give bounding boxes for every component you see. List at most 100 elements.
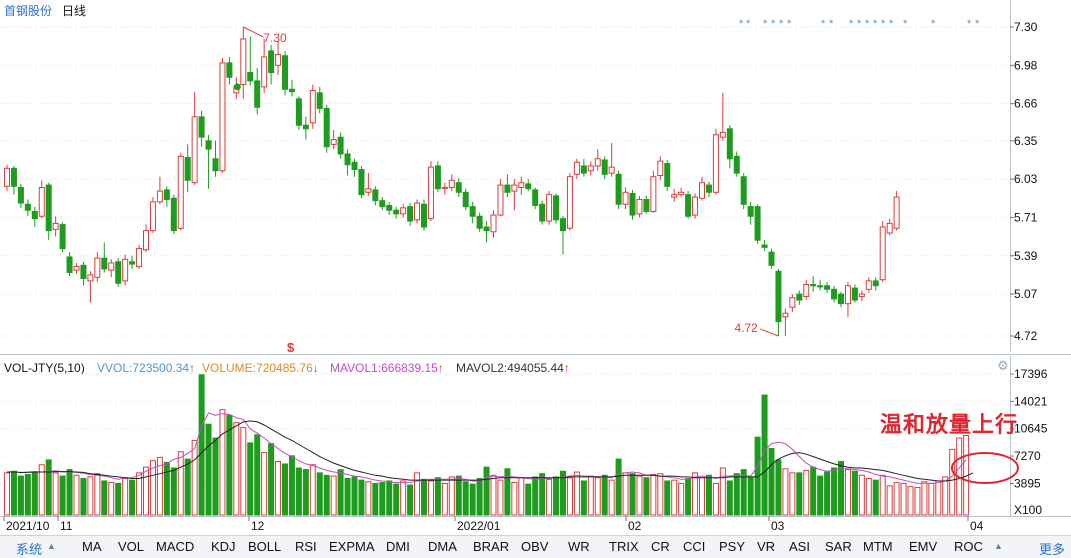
candle[interactable] [566, 173, 573, 231]
volume-bar[interactable] [372, 482, 379, 516]
volume-bar[interactable] [928, 482, 935, 516]
volume-bar[interactable] [17, 475, 24, 516]
indicator-tab-dma[interactable]: DMA [428, 539, 457, 554]
candle[interactable] [156, 176, 163, 205]
volume-bar[interactable] [170, 467, 177, 516]
volume-bar[interactable] [66, 469, 73, 516]
candle[interactable] [893, 191, 900, 231]
volume-bar[interactable] [810, 466, 817, 516]
volume-bar[interactable] [414, 472, 421, 516]
candle[interactable] [476, 212, 483, 232]
candle[interactable] [546, 191, 553, 225]
candle[interactable] [309, 84, 316, 129]
candle[interactable] [330, 130, 337, 150]
candle[interactable] [851, 284, 858, 303]
volume-bar[interactable] [483, 466, 490, 516]
volume-bar[interactable] [580, 480, 587, 516]
candle[interactable] [636, 195, 643, 218]
volume-bar[interactable] [497, 479, 504, 516]
candle[interactable] [671, 188, 678, 202]
candle[interactable] [838, 291, 844, 308]
candle[interactable] [393, 206, 400, 219]
candle[interactable] [136, 244, 143, 269]
volume-bar[interactable] [942, 476, 949, 516]
indicator-tab-dmi[interactable]: DMI [386, 539, 410, 554]
volume-bar[interactable] [511, 482, 518, 516]
candle[interactable] [386, 201, 393, 216]
candle[interactable] [747, 201, 754, 225]
candle[interactable] [872, 277, 879, 291]
kline-chart[interactable]: 7.304.72$* * * * * * * * * * * * * * * * * * [0, 0, 1010, 355]
volume-bar[interactable] [434, 477, 441, 516]
volume-bar[interactable] [650, 473, 657, 516]
candle[interactable] [469, 201, 476, 224]
candle[interactable] [740, 173, 747, 210]
candle[interactable] [268, 44, 275, 85]
candle[interactable] [754, 204, 761, 244]
volume-bar[interactable] [163, 461, 170, 516]
indicator-tab-vol[interactable]: VOL [118, 539, 144, 554]
volume-bar[interactable] [657, 473, 664, 516]
candle[interactable] [143, 224, 149, 253]
volume-bar[interactable] [462, 481, 469, 516]
volume-bar[interactable] [490, 474, 497, 516]
candle[interactable] [587, 161, 594, 176]
volume-bar[interactable] [302, 469, 309, 516]
candle[interactable] [796, 290, 803, 305]
candle[interactable] [504, 174, 511, 198]
candle[interactable] [365, 173, 372, 196]
volume-bar[interactable] [136, 472, 143, 516]
candle[interactable] [434, 161, 441, 193]
candle[interactable] [441, 182, 448, 195]
candle[interactable] [129, 255, 136, 269]
candle[interactable] [726, 125, 733, 169]
volume-bar[interactable] [518, 477, 525, 516]
volume-bar[interactable] [705, 474, 712, 516]
candle[interactable] [226, 56, 233, 85]
volume-bar[interactable] [726, 480, 733, 516]
candle[interactable] [344, 149, 351, 176]
candle[interactable] [254, 67, 261, 115]
candle[interactable] [518, 176, 525, 195]
candle[interactable] [191, 91, 198, 186]
candle[interactable] [685, 191, 692, 219]
candle[interactable] [427, 161, 434, 222]
volume-bar[interactable] [455, 475, 462, 516]
volume-bar[interactable] [24, 473, 31, 516]
indicator-tab-cci[interactable]: CCI [683, 539, 705, 554]
volume-bar[interactable] [448, 476, 455, 516]
volume-bar[interactable] [692, 472, 699, 516]
candle[interactable] [288, 79, 295, 97]
candle[interactable] [205, 134, 212, 189]
candle[interactable] [580, 158, 587, 177]
caret-up-icon[interactable]: ▲ [47, 541, 56, 551]
candle[interactable] [782, 308, 789, 336]
volume-bar[interactable] [87, 476, 94, 516]
more-indicators-button[interactable]: 更多 [1039, 539, 1065, 558]
volume-bar[interactable] [824, 471, 831, 516]
candle[interactable] [539, 200, 546, 225]
volume-bar[interactable] [52, 472, 59, 516]
candle[interactable] [163, 186, 170, 207]
volume-bar[interactable] [601, 474, 608, 516]
kline-pane[interactable]: 7.30 4.72 $ * * * * * * * * * * * * * * * * * * [0, 0, 1010, 355]
indicator-tab-sar[interactable]: SAR [825, 539, 852, 554]
candle[interactable] [643, 195, 650, 214]
candle[interactable] [4, 164, 10, 192]
volume-bar[interactable] [407, 484, 414, 516]
volume-bar[interactable] [108, 482, 115, 516]
event-dot-marker[interactable] [233, 83, 241, 91]
candle[interactable] [657, 156, 664, 181]
candle[interactable] [705, 181, 712, 198]
candle[interactable] [490, 210, 497, 238]
indicator-tab-rsi[interactable]: RSI [295, 539, 317, 554]
volume-bar[interactable] [733, 473, 740, 516]
volume-bar[interactable] [539, 473, 546, 516]
candle[interactable] [608, 143, 615, 177]
candle[interactable] [31, 206, 38, 228]
candle[interactable] [149, 197, 156, 233]
candle[interactable] [525, 179, 532, 192]
volume-bar[interactable] [566, 477, 573, 516]
indicator-tab-kdj[interactable]: KDJ [211, 539, 236, 554]
indicator-tab-obv[interactable]: OBV [521, 539, 548, 554]
